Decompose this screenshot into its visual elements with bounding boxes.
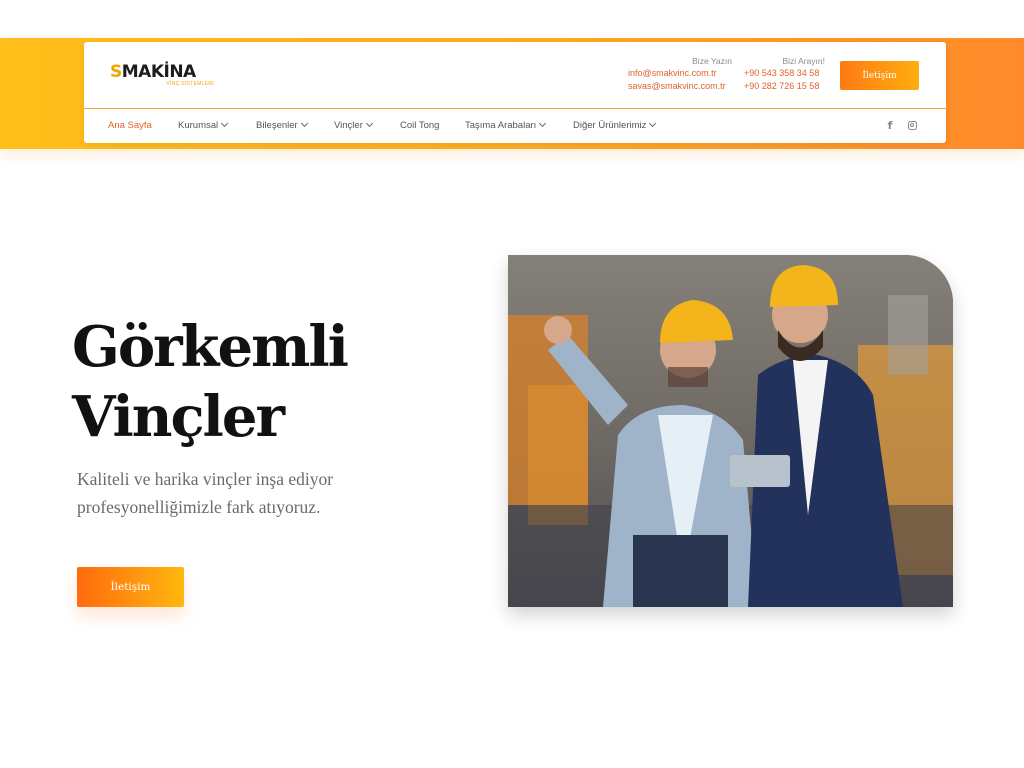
site-logo[interactable]: SMAKİNA VİNÇ SİSTEMLERİ	[110, 62, 214, 88]
contact-phone-link[interactable]: +90 543 358 34 58	[744, 67, 825, 80]
hero-title-line2: Vinçler	[72, 384, 285, 450]
main-nav: Ana Sayfa Kurumsal Bileşenler Vinçler Co…	[84, 109, 946, 142]
hero-description: Kaliteli ve harika vinçler inşa ediyor p…	[77, 469, 334, 517]
contact-phone-block: Bizi Arayın! +90 543 358 34 58 +90 282 7…	[744, 55, 825, 93]
chevron-down-icon	[300, 119, 308, 128]
nav-item-bilesenler[interactable]: Bileşenler	[256, 119, 308, 132]
nav-item-tasima-arabalari[interactable]: Taşıma Arabaları	[465, 119, 547, 132]
hero-photo-engineers	[508, 255, 953, 607]
contact-phone-title: Bizi Arayın!	[782, 56, 825, 66]
header-contact-button[interactable]: İletişim	[840, 61, 919, 90]
chevron-down-icon	[539, 119, 547, 128]
nav-item-vincler[interactable]: Vinçler	[334, 119, 373, 132]
contact-mail-title: Bize Yazın	[692, 56, 732, 66]
chevron-down-icon	[221, 119, 229, 128]
nav-item-kurumsal[interactable]: Kurumsal	[178, 119, 229, 132]
hero-title-line1: Görkemli	[72, 314, 349, 380]
facebook-icon[interactable]: f	[884, 118, 896, 132]
hero-title: Görkemli Vinçler	[72, 312, 402, 452]
logo-subtitle: VİNÇ SİSTEMLERİ	[166, 81, 214, 87]
header-top-bar: SMAKİNA VİNÇ SİSTEMLERİ Bize Yazın info@…	[84, 42, 946, 109]
nav-item-diger-urunlerimiz[interactable]: Diğer Ürünlerimiz	[573, 119, 657, 132]
contact-mail-block: Bize Yazın info@smakvinc.com.tr savas@sm…	[628, 55, 732, 93]
chevron-down-icon	[365, 119, 373, 128]
hero-contact-button[interactable]: İletişim	[77, 567, 184, 607]
chevron-down-icon	[649, 119, 657, 128]
contact-email-link[interactable]: info@smakvinc.com.tr	[628, 67, 732, 80]
nav-item-ana-sayfa[interactable]: Ana Sayfa	[108, 120, 152, 132]
site-header: SMAKİNA VİNÇ SİSTEMLERİ Bize Yazın info@…	[84, 42, 946, 143]
contact-email-link[interactable]: savas@smakvinc.com.tr	[628, 80, 732, 93]
contact-phone-link[interactable]: +90 282 726 15 58	[744, 80, 825, 93]
instagram-icon[interactable]	[906, 118, 918, 132]
nav-item-coil-tong[interactable]: Coil Tong	[400, 120, 439, 132]
